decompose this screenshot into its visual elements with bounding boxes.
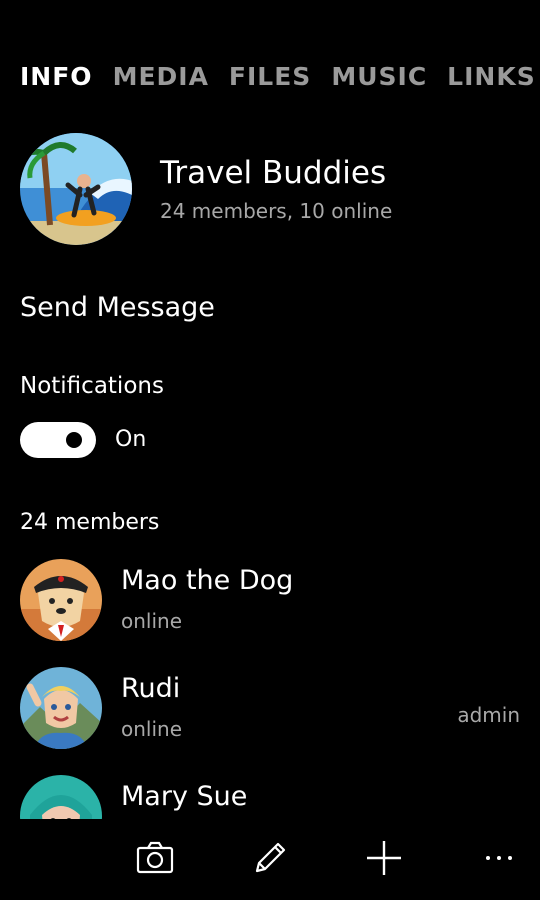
tab-music[interactable]: MUSIC	[331, 62, 427, 91]
member-status: online	[121, 609, 183, 633]
notifications-state: On	[115, 427, 147, 452]
camera-icon[interactable]	[133, 836, 177, 880]
tab-links[interactable]: LINKS	[447, 62, 536, 91]
member-row[interactable]: Mao the Dog online	[20, 557, 520, 665]
member-name: Mary Sue	[121, 781, 248, 812]
tab-files[interactable]: FILES	[229, 62, 311, 91]
member-list: Mao the Dog online Rudi online admin Mar…	[20, 557, 520, 819]
group-header: Travel Buddies 24 members, 10 online	[20, 133, 520, 245]
notifications-label: Notifications	[20, 373, 164, 399]
send-message-button[interactable]: Send Message	[20, 292, 215, 323]
avatar	[20, 559, 102, 641]
member-row[interactable]: Rudi online admin	[20, 665, 520, 773]
members-header: 24 members	[20, 510, 160, 535]
group-member-count: 24 members, 10 online	[160, 199, 393, 223]
group-title: Travel Buddies	[160, 155, 387, 191]
member-name: Rudi	[121, 673, 181, 704]
app-bar	[0, 820, 540, 900]
tab-media[interactable]: MEDIA	[113, 62, 209, 91]
member-status: online	[121, 717, 183, 741]
member-name: Mao the Dog	[121, 565, 294, 596]
pencil-icon[interactable]	[248, 836, 292, 880]
more-icon[interactable]	[477, 836, 521, 880]
group-avatar[interactable]	[20, 133, 132, 245]
toggle-knob	[66, 432, 82, 448]
avatar	[20, 775, 102, 819]
add-icon[interactable]	[362, 836, 406, 880]
avatar	[20, 667, 102, 749]
member-role-badge: admin	[457, 703, 520, 727]
tab-info[interactable]: INFO	[20, 62, 93, 91]
notifications-toggle[interactable]	[20, 422, 96, 458]
tab-bar: INFO MEDIA FILES MUSIC LINKS	[20, 62, 540, 91]
member-row[interactable]: Mary Sue	[20, 773, 520, 819]
